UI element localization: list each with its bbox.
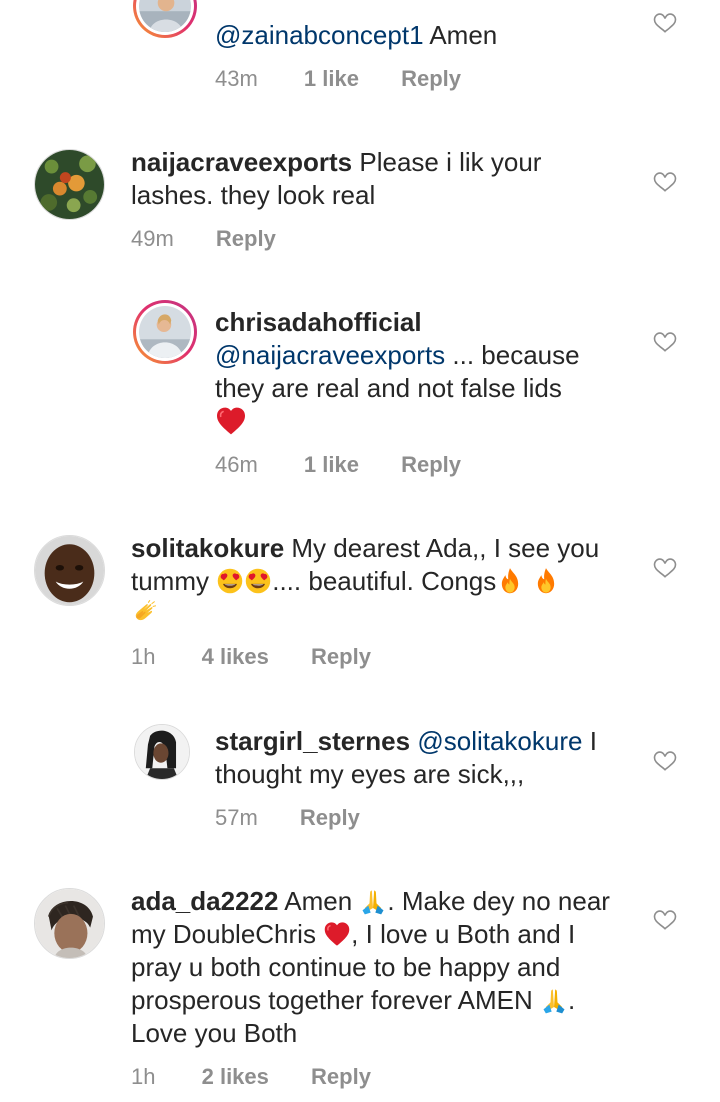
comment-reply-stargirl_sternes: stargirl_sternes @solitakokure I thought… <box>0 712 720 852</box>
profile-photo-icon <box>139 0 191 32</box>
comment-time: 1h <box>131 1064 156 1089</box>
comment-meta: 49m Reply <box>131 226 276 252</box>
reply-button[interactable]: Reply <box>311 1064 371 1090</box>
mention-link[interactable]: @zainabconcept1 <box>215 20 424 50</box>
avatar-stargirl_sternes[interactable] <box>134 724 190 780</box>
username-link[interactable]: stargirl_sternes <box>215 726 410 756</box>
comment-meta: 46m 1 like Reply <box>215 452 461 478</box>
comment-text: stargirl_sternes @solitakokure I thought… <box>215 725 635 791</box>
comment-time: 57m <box>215 805 258 830</box>
username-link[interactable]: chrisadahofficial <box>215 307 422 337</box>
comment-time: 43m <box>215 66 258 91</box>
profile-photo-icon <box>135 725 189 779</box>
like-heart-icon[interactable] <box>652 170 678 194</box>
reply-button[interactable]: Reply <box>311 644 371 670</box>
fire-emoji <box>496 567 524 595</box>
mention-link[interactable]: @naijacraveexports <box>215 340 445 370</box>
comment-time: 1h <box>131 644 156 669</box>
comment-reply-zainabconcept1: @zainabconcept1 Amen 43m 1 like Reply <box>0 0 720 110</box>
profile-photo-icon <box>35 536 104 605</box>
profile-photo-icon <box>35 889 104 958</box>
username-link[interactable]: solitakokure <box>131 533 284 563</box>
comment-text: ada_da2222 Amen . Make dey no near my Do… <box>131 885 621 1050</box>
folded-hands-emoji <box>540 986 568 1014</box>
comment-reply-chrisadahofficial: chrisadahofficial @naijacraveexports ...… <box>0 290 720 490</box>
comment-naijacraveexports: naijacraveexports Please i lik your lash… <box>0 130 720 270</box>
comment-time: 49m <box>131 226 174 251</box>
comment-ada_da2222: ada_da2222 Amen . Make dey no near my Do… <box>0 872 720 1102</box>
reply-button[interactable]: Reply <box>300 805 360 831</box>
heart-eyes-emoji <box>244 567 272 595</box>
like-heart-icon[interactable] <box>652 908 678 932</box>
mention-link[interactable]: @solitakokure <box>417 726 582 756</box>
like-heart-icon[interactable] <box>652 11 678 35</box>
likes-count[interactable]: 2 likes <box>202 1064 269 1090</box>
avatar-chrisadahofficial[interactable] <box>133 0 197 38</box>
avatar-ada_da2222[interactable] <box>34 888 105 959</box>
comment-text: naijacraveexports Please i lik your lash… <box>131 146 611 212</box>
avatar-naijacraveexports[interactable] <box>34 149 105 220</box>
red-heart-emoji <box>215 405 247 437</box>
profile-photo-icon <box>139 306 191 358</box>
like-heart-icon[interactable] <box>652 556 678 580</box>
profile-photo-icon <box>35 150 104 219</box>
likes-count[interactable]: 1 like <box>304 66 359 92</box>
comment-solitakokure: solitakokure My dearest Ada,, I see you … <box>0 518 720 688</box>
avatar-chrisadahofficial[interactable] <box>133 300 197 364</box>
username-link[interactable]: ada_da2222 <box>131 886 278 916</box>
reply-button[interactable]: Reply <box>216 226 276 252</box>
red-heart-emoji <box>323 920 351 948</box>
fire-emoji <box>532 567 560 595</box>
likes-count[interactable]: 4 likes <box>202 644 269 670</box>
comment-body-text: Amen <box>423 20 498 50</box>
comment-meta: 43m 1 like Reply <box>215 66 461 92</box>
comment-text: @zainabconcept1 Amen <box>215 19 655 52</box>
username-link[interactable]: naijacraveexports <box>131 147 352 177</box>
comment-body-text: Amen <box>278 886 360 916</box>
comment-time: 46m <box>215 452 258 477</box>
comment-body-text: .... beautiful. Congs <box>272 566 497 596</box>
folded-hands-emoji <box>359 887 387 915</box>
comment-meta: 57m Reply <box>215 805 360 831</box>
reply-button[interactable]: Reply <box>401 452 461 478</box>
comment-text: solitakokure My dearest Ada,, I see you … <box>131 532 611 631</box>
heart-eyes-emoji <box>216 567 244 595</box>
like-heart-icon[interactable] <box>652 749 678 773</box>
comment-meta: 1h 2 likes Reply <box>131 1064 371 1090</box>
like-heart-icon[interactable] <box>652 330 678 354</box>
comment-text: chrisadahofficial @naijacraveexports ...… <box>215 306 635 439</box>
clapping-hands-emoji <box>131 600 159 628</box>
likes-count[interactable]: 1 like <box>304 452 359 478</box>
reply-button[interactable]: Reply <box>401 66 461 92</box>
avatar-solitakokure[interactable] <box>34 535 105 606</box>
comment-meta: 1h 4 likes Reply <box>131 644 371 670</box>
